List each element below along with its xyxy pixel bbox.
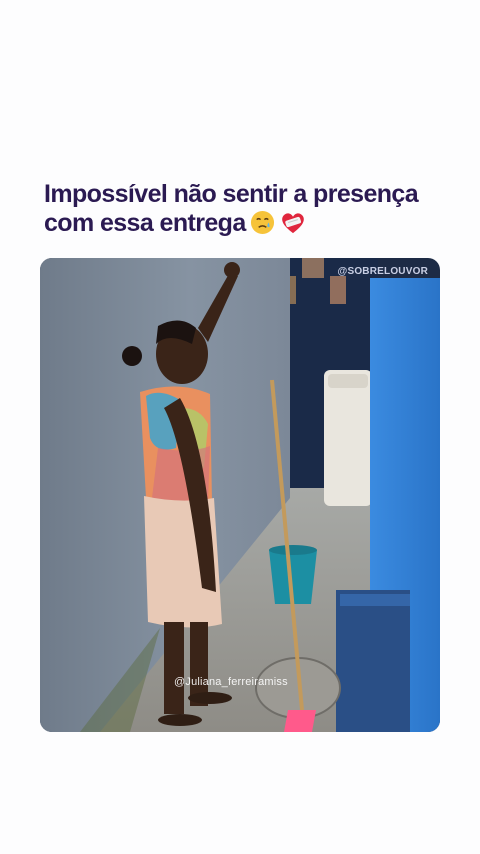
scene-image	[40, 258, 440, 732]
caption-line-1: Impossível não sentir a presença	[44, 180, 419, 208]
mending-heart-icon	[279, 210, 307, 242]
post-caption: Impossível não sentir a presença com ess…	[44, 180, 454, 242]
credit-handle: @Juliana_ferreiramiss	[174, 676, 288, 688]
caption-line-2: com essa entrega	[44, 209, 454, 242]
smiling-face-with-tear-icon	[250, 210, 275, 242]
watermark: @SOBRELOUVOR	[337, 266, 428, 277]
video-frame[interactable]: @SOBRELOUVOR @Juliana_ferreiramiss	[40, 258, 440, 732]
caption-line-2-text: com essa entrega	[44, 209, 246, 237]
